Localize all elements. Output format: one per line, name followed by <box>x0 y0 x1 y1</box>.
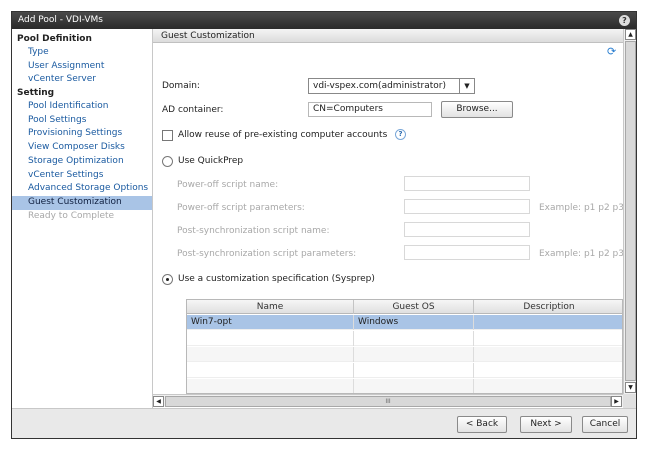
poweroff-script-params-input <box>404 199 530 214</box>
sidebar-item-pool-identification[interactable]: Pool Identification <box>12 100 152 114</box>
quickprep-radio[interactable] <box>162 156 173 167</box>
scroll-down-arrow-icon[interactable]: ▼ <box>625 382 636 393</box>
cell-description <box>474 315 622 330</box>
postsync-script-params-label: Post-synchronization script parameters: <box>177 249 357 259</box>
empty-cell <box>354 347 474 362</box>
scroll-corner <box>623 394 636 408</box>
quickprep-label: Use QuickPrep <box>178 156 244 166</box>
scroll-left-arrow-icon[interactable]: ◀ <box>153 396 164 407</box>
postsync-script-name-input <box>404 222 530 237</box>
empty-table-row <box>187 347 622 362</box>
cancel-button[interactable]: Cancel <box>582 416 628 433</box>
sidebar-section-pool-definition: Pool Definition <box>17 34 92 44</box>
dialog-footer: < Back Next > Cancel <box>12 408 636 438</box>
help-icon[interactable]: ? <box>619 15 630 26</box>
table-header: Name Guest OS Description <box>187 300 622 314</box>
dialog-titlebar: Add Pool - VDI-VMs ? <box>12 12 636 29</box>
empty-cell <box>187 347 354 362</box>
sidebar-item-storage-optimization[interactable]: Storage Optimization <box>12 155 152 169</box>
next-button[interactable]: Next > <box>520 416 572 433</box>
sidebar-section-setting: Setting <box>17 88 55 99</box>
ad-container-input[interactable]: CN=Computers <box>308 102 432 117</box>
sysprep-label: Use a customization specification (Syspr… <box>178 274 375 284</box>
sidebar-item-advanced-storage-options[interactable]: Advanced Storage Options <box>12 182 152 196</box>
sidebar-item-view-composer-disks[interactable]: View Composer Disks <box>12 141 152 155</box>
browse-button[interactable]: Browse... <box>441 101 513 118</box>
vertical-scrollbar[interactable]: ▲ ▼ <box>623 29 636 394</box>
sidebar-item-vcenter-server[interactable]: vCenter Server <box>12 73 152 87</box>
column-header-name[interactable]: Name <box>187 300 354 314</box>
postsync-example-text: Example: p1 p2 p3 <box>539 249 624 259</box>
dialog-title: Add Pool - VDI-VMs <box>18 15 103 25</box>
empty-table-row <box>187 363 622 378</box>
postsync-script-params-input <box>404 245 530 260</box>
domain-label: Domain: <box>162 81 200 91</box>
scroll-right-arrow-icon[interactable]: ▶ <box>611 396 622 407</box>
poweroff-script-name-input <box>404 176 530 191</box>
postsync-script-name-label: Post-synchronization script name: <box>177 226 330 236</box>
info-icon[interactable]: ? <box>395 129 406 140</box>
cell-guest-os: Windows <box>354 315 474 330</box>
horizontal-scrollbar[interactable]: ◀ III ▶ <box>153 394 623 407</box>
allow-reuse-label: Allow reuse of pre-existing computer acc… <box>178 130 388 140</box>
empty-table-row <box>187 379 622 393</box>
sidebar-item-guest-customization[interactable]: Guest Customization <box>12 195 152 210</box>
sidebar-item-ready-to-complete: Ready to Complete <box>28 210 115 221</box>
scroll-up-arrow-icon[interactable]: ▲ <box>625 29 636 40</box>
cell-name: Win7-opt <box>187 315 354 330</box>
sidebar-item-provisioning-settings[interactable]: Provisioning Settings <box>12 127 152 141</box>
poweroff-script-params-label: Power-off script parameters: <box>177 203 305 213</box>
empty-cell <box>187 331 354 346</box>
ad-container-label: AD container: <box>162 105 224 115</box>
poweroff-example-text: Example: p1 p2 p3 <box>539 203 624 213</box>
sidebar-item-type[interactable]: Type <box>12 46 152 60</box>
empty-cell <box>354 363 474 378</box>
refresh-icon[interactable]: ⟳ <box>607 46 619 58</box>
column-header-description[interactable]: Description <box>474 300 622 314</box>
empty-table-row <box>187 331 622 346</box>
empty-cell <box>354 379 474 393</box>
column-header-guest-os[interactable]: Guest OS <box>354 300 474 314</box>
sidebar-item-user-assignment[interactable]: User Assignment <box>12 60 152 74</box>
sysprep-radio[interactable] <box>162 274 173 285</box>
domain-select[interactable]: vdi-vspex.com(administrator) ▼ <box>308 78 475 94</box>
empty-cell <box>187 363 354 378</box>
main-panel: Guest Customization ⟳ Domain: vdi-vspex.… <box>153 29 636 408</box>
wizard-sidebar: Pool Definition Type User Assignment vCe… <box>12 29 153 408</box>
back-button[interactable]: < Back <box>457 416 507 433</box>
allow-reuse-checkbox[interactable] <box>162 130 173 141</box>
empty-cell <box>354 331 474 346</box>
sidebar-item-vcenter-settings[interactable]: vCenter Settings <box>12 169 152 183</box>
horizontal-scroll-thumb[interactable]: III <box>165 396 611 407</box>
poweroff-script-name-label: Power-off script name: <box>177 180 279 190</box>
add-pool-dialog: Add Pool - VDI-VMs ? Pool Definition Typ… <box>11 11 637 439</box>
table-row[interactable]: Win7-opt Windows <box>187 315 622 330</box>
chevron-down-icon[interactable]: ▼ <box>459 79 474 93</box>
empty-cell <box>187 379 354 393</box>
vertical-scroll-thumb[interactable] <box>625 41 636 381</box>
section-title: Guest Customization <box>153 29 623 43</box>
customization-spec-table: Name Guest OS Description Win7-opt Windo… <box>186 299 623 394</box>
sidebar-item-pool-settings[interactable]: Pool Settings <box>12 114 152 128</box>
domain-value: vdi-vspex.com(administrator) <box>313 81 446 91</box>
